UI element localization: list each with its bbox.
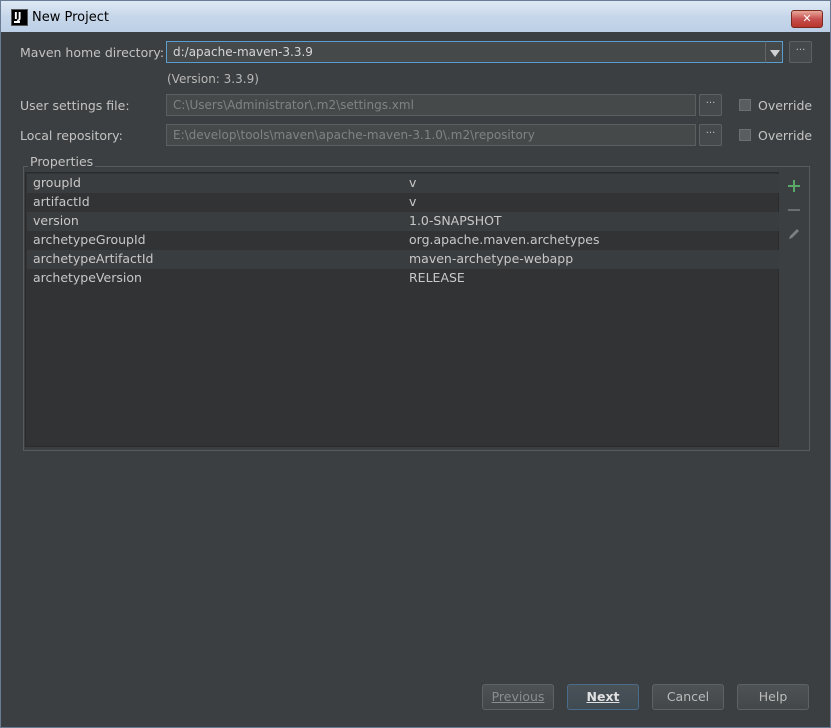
- table-row[interactable]: artifactId v: [27, 193, 779, 212]
- close-button[interactable]: ✕: [791, 10, 823, 28]
- property-key: version: [33, 213, 79, 228]
- edit-icon[interactable]: [786, 226, 802, 242]
- previous-button[interactable]: Previous: [482, 684, 554, 710]
- property-value: maven-archetype-webapp: [409, 251, 574, 266]
- maven-home-browse-button[interactable]: ···: [789, 41, 812, 63]
- user-settings-browse-button[interactable]: ···: [699, 94, 722, 116]
- local-repository-browse-button[interactable]: ···: [699, 124, 722, 146]
- maven-home-label-text: Maven home directory:: [20, 45, 165, 60]
- next-button-label: Next: [586, 689, 620, 704]
- local-repository-override-checkbox[interactable]: [739, 129, 751, 141]
- cancel-button[interactable]: Cancel: [652, 684, 724, 710]
- help-button[interactable]: Help: [737, 684, 809, 710]
- user-settings-override-label: Override: [758, 98, 813, 113]
- maven-home-combobox[interactable]: d:/apache-maven-3.3.9: [166, 41, 766, 63]
- local-repository-label: Local repository:: [20, 128, 123, 143]
- user-settings-override-checkbox[interactable]: [739, 99, 751, 111]
- table-row[interactable]: archetypeGroupId org.apache.maven.archet…: [27, 231, 779, 250]
- property-key: artifactId: [33, 194, 90, 209]
- table-row[interactable]: archetypeVersion RELEASE: [27, 269, 779, 288]
- intellij-logo-icon: IJ: [11, 9, 28, 26]
- property-key: archetypeVersion: [33, 270, 142, 285]
- property-value: org.apache.maven.archetypes: [409, 232, 600, 247]
- properties-title: Properties: [28, 154, 96, 169]
- add-icon[interactable]: [786, 178, 802, 194]
- property-value: 1.0-SNAPSHOT: [409, 213, 502, 228]
- next-button[interactable]: Next: [567, 684, 639, 710]
- local-repository-field[interactable]: E:\develop\tools\maven\apache-maven-3.1.…: [166, 124, 696, 146]
- remove-icon[interactable]: [786, 202, 802, 218]
- previous-button-label: Previous: [491, 689, 545, 704]
- table-row[interactable]: groupId v: [27, 174, 779, 193]
- property-key: groupId: [33, 175, 81, 190]
- user-settings-label: User settings file:: [20, 98, 130, 113]
- property-key: archetypeArtifactId: [33, 251, 154, 266]
- local-repository-override-label: Override: [758, 128, 813, 143]
- title-bar[interactable]: IJ New Project ✕: [1, 1, 830, 32]
- property-value: v: [409, 194, 417, 209]
- maven-home-label: Maven home directory:: [20, 45, 164, 60]
- maven-version-text: (Version: 3.3.9): [167, 72, 259, 86]
- chevron-down-icon[interactable]: [765, 41, 783, 63]
- property-value: RELEASE: [409, 270, 465, 285]
- new-project-dialog: IJ New Project ✕ Maven home directory: d…: [0, 0, 831, 728]
- properties-table[interactable]: groupId v artifactId v version 1.0-SNAPS…: [25, 172, 779, 447]
- table-row[interactable]: archetypeArtifactId maven-archetype-weba…: [27, 250, 779, 269]
- property-value: v: [409, 175, 417, 190]
- table-row[interactable]: version 1.0-SNAPSHOT: [27, 212, 779, 231]
- properties-toolbar: [780, 172, 809, 447]
- user-settings-field[interactable]: C:\Users\Administrator\.m2\settings.xml: [166, 94, 696, 116]
- property-key: archetypeGroupId: [33, 232, 146, 247]
- window-title: New Project: [32, 10, 109, 25]
